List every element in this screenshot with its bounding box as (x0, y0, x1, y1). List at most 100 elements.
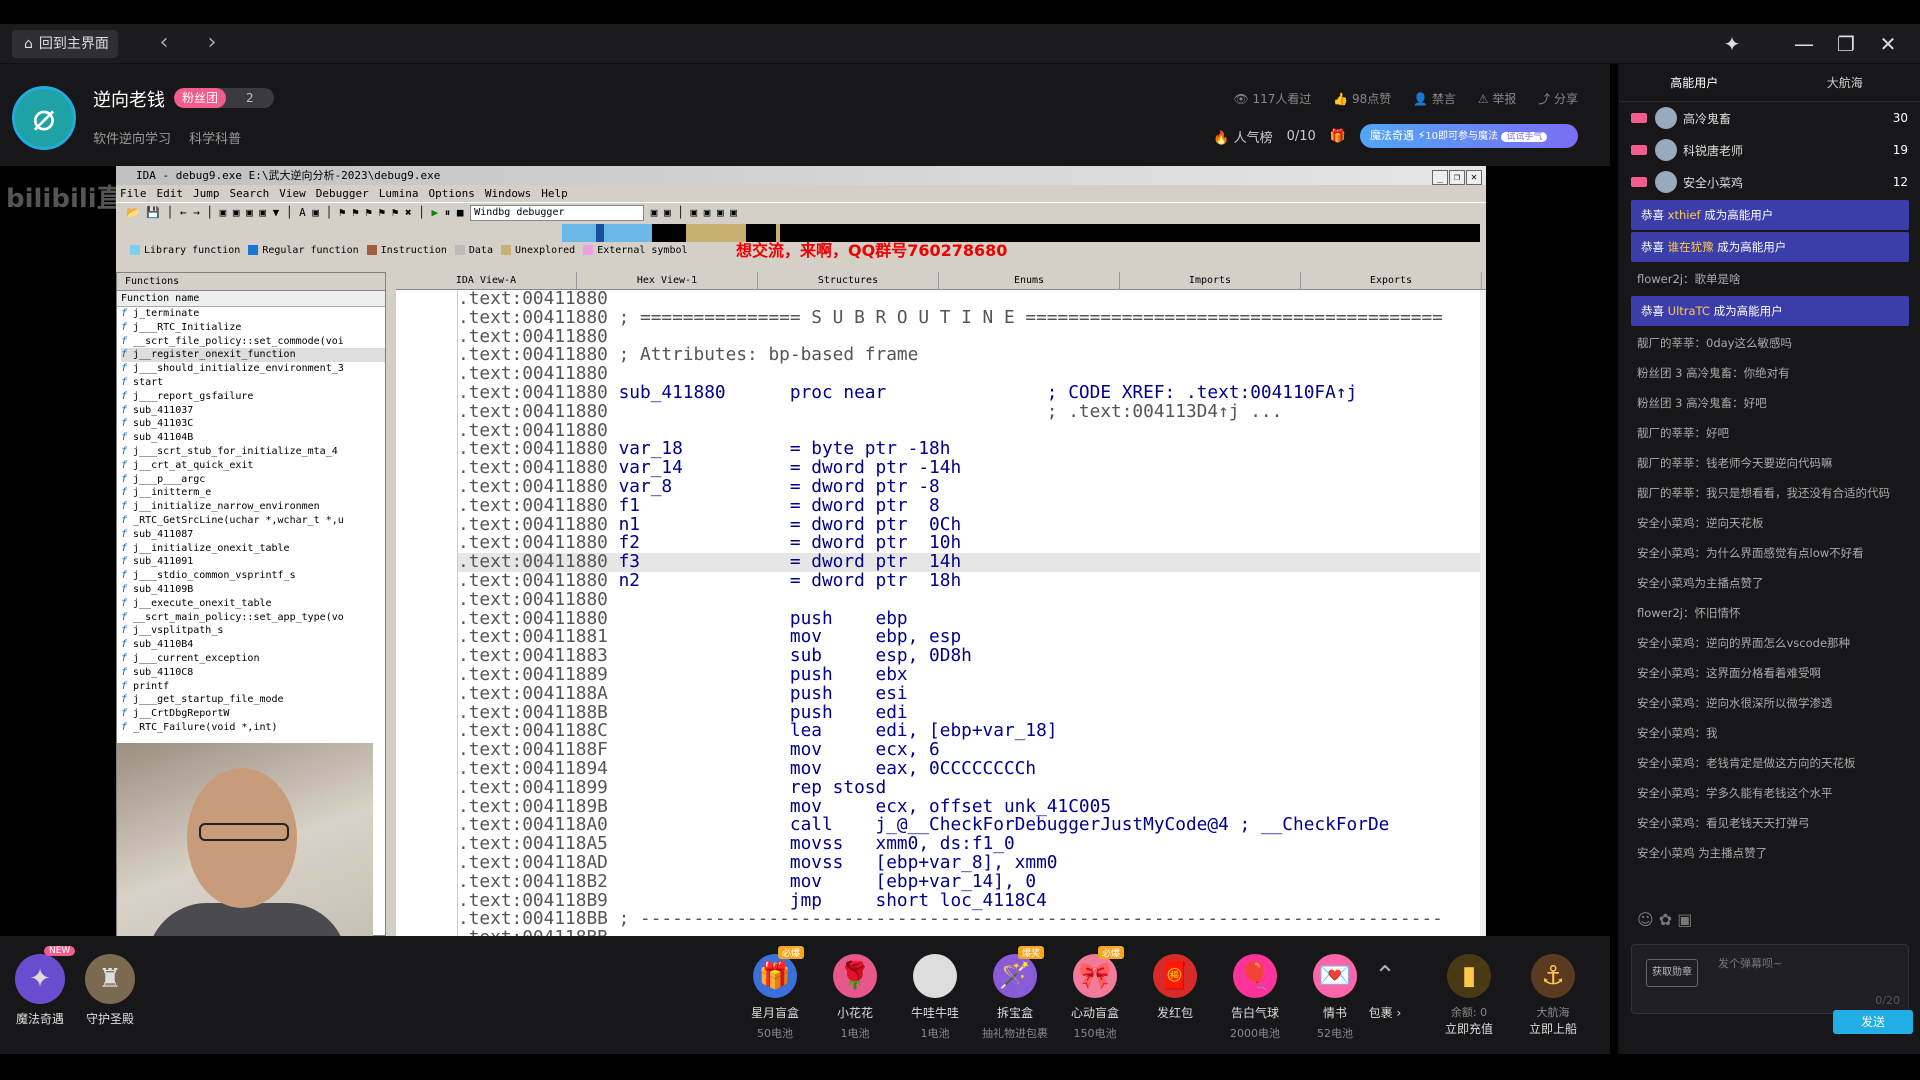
function-item[interactable]: j___current_exception (121, 652, 385, 666)
code-scrollbar[interactable] (1480, 290, 1486, 936)
send-button[interactable]: 发送 (1833, 1010, 1913, 1034)
function-item[interactable]: sub_411087 (121, 528, 385, 542)
magic-adventure-button[interactable]: ✦ NEW 魔法奇遇 (10, 946, 76, 1027)
gift-item[interactable]: 🎈 告白气球 2000电池 (1220, 954, 1290, 1041)
fan-club-badge[interactable]: 粉丝团 2 (174, 88, 274, 108)
function-item[interactable]: __scrt_main_policy::set_app_type(vo (121, 611, 385, 625)
gift-item[interactable]: 🎀 必爆 心动盲盒 150电池 (1060, 946, 1130, 1041)
menu-windows[interactable]: Windows (485, 187, 531, 200)
function-item[interactable]: __scrt_file_policy::set_commode(voi (121, 335, 385, 349)
function-item[interactable]: sub_41109B (121, 583, 385, 597)
debugger-select[interactable]: Windbg debugger (470, 205, 645, 221)
navigation-band[interactable] (126, 224, 1480, 242)
gift-item[interactable]: 🐮 牛哇牛哇 1电池 (900, 954, 970, 1041)
likes-button[interactable]: 👍 98点赞 (1333, 92, 1391, 106)
channel-tag[interactable]: 软件逆向学习 (93, 132, 171, 147)
tab-great-voyage[interactable]: 大航海 (1770, 64, 1920, 101)
function-item[interactable]: j_terminate (121, 307, 385, 321)
ida-restore-icon[interactable]: ❐ (1449, 170, 1465, 185)
rank-row[interactable]: 高冷鬼畜 30 (1619, 102, 1920, 134)
minimize-icon[interactable]: — (1786, 28, 1822, 60)
toolbar-icons[interactable]: 📂 💾 │ ← → │ ▣ ▣ ▣ ▣ ▼ │ A ▣ │ ⚑ ⚑ ⚑ ⚑ ⚑ … (126, 206, 470, 219)
menu-view[interactable]: View (279, 187, 306, 200)
voyage-button[interactable]: ⚓ 大航海 立即上船 (1518, 954, 1588, 1037)
code-line[interactable]: .text:00411880 ; Attributes: bp-based fr… (458, 345, 1480, 365)
functions-list[interactable]: j_terminatej___RTC_Initialize__scrt_file… (117, 307, 385, 735)
function-item[interactable]: j___scrt_stub_for_initialize_mta_4 (121, 445, 385, 459)
function-item[interactable]: sub_411091 (121, 555, 385, 569)
gift-item[interactable]: 🧧 发红包 (1140, 954, 1210, 1025)
menu-options[interactable]: Options (428, 187, 474, 200)
function-item[interactable]: j__crt_at_quick_exit (121, 459, 385, 473)
tab-ida-view-a[interactable]: IDA View-A (396, 272, 577, 290)
popularity-rank-button[interactable]: 🔥 人气榜 (1213, 127, 1272, 146)
function-item[interactable]: sub_411037 (121, 404, 385, 418)
function-item[interactable]: j___p___argc (121, 473, 385, 487)
menu-lumina[interactable]: Lumina (379, 187, 419, 200)
menu-search[interactable]: Search (230, 187, 270, 200)
code-line[interactable]: .text:004118BB (458, 928, 1480, 936)
rank-row[interactable]: 科锐唐老师 19 (1619, 134, 1920, 166)
disassembly-view[interactable]: .text:00411880 .text:00411880 ; =========… (458, 290, 1480, 936)
forward-arrow-icon[interactable]: › (200, 30, 224, 58)
gift-item[interactable]: 🪄 爆奖 拆宝盒 抽礼物进包裹 (980, 946, 1050, 1041)
function-item[interactable]: j__initialize_narrow_environmen (121, 500, 385, 514)
gift-icon[interactable]: ✿ (1659, 910, 1672, 929)
menu-edit[interactable]: Edit (157, 187, 184, 200)
gift-item[interactable]: 🎁 必爆 星月盲盒 50电池 (740, 946, 810, 1041)
function-item[interactable]: _RTC_GetSrcLine(uchar *,wchar_t *,u (121, 514, 385, 528)
toolbar-icons-2[interactable]: ▣ ▣ │ ▣ ▣ ▣ ▣ (651, 206, 737, 219)
code-line[interactable]: .text:00411880 n2 = dword ptr 18h (458, 571, 1480, 591)
function-item[interactable]: j___RTC_Initialize (121, 321, 385, 335)
code-line[interactable]: .text:00411880 ; .text:004113D4↑j ... (458, 402, 1480, 422)
code-line[interactable]: .text:004118BB ; -----------------------… (458, 909, 1480, 929)
report-button[interactable]: ⚠ 举报 (1478, 92, 1517, 106)
restore-icon[interactable]: ❐ (1828, 28, 1864, 60)
function-item[interactable]: j__initialize_onexit_table (121, 542, 385, 556)
menu-help[interactable]: Help (541, 187, 568, 200)
gift-box-icon[interactable]: 🎁 (1330, 129, 1346, 144)
menu-debugger[interactable]: Debugger (316, 187, 369, 200)
chat-input[interactable]: 获取勋章 发个弹幕呗~ 0/20 (1631, 944, 1909, 1014)
tab-exports[interactable]: Exports (1301, 272, 1482, 290)
package-button[interactable]: ⌃ 包裹 › (1350, 954, 1420, 1021)
gift-item[interactable]: 🌹 小花花 1电池 (820, 954, 890, 1041)
close-icon[interactable]: ✕ (1870, 28, 1906, 60)
back-arrow-icon[interactable]: ‹ (152, 30, 176, 58)
magic-event-banner[interactable]: 魔法奇遇 ⚡10即可参与魔法 试试手气 (1360, 124, 1578, 148)
ida-minimize-icon[interactable]: _ (1432, 170, 1448, 185)
function-item[interactable]: printf (121, 680, 385, 694)
share-button[interactable]: ⤴ 分享 (1538, 92, 1578, 106)
home-button[interactable]: ⌂ 回到主界面 (12, 30, 118, 58)
function-item[interactable]: j__vsplitpath_s (121, 624, 385, 638)
mute-button[interactable]: 👤 禁言 (1413, 92, 1456, 106)
channel-avatar[interactable]: ⌀ (12, 86, 76, 150)
function-item[interactable]: j__execute_onexit_table (121, 597, 385, 611)
function-item[interactable]: sub_4110C8 (121, 666, 385, 680)
function-item[interactable]: sub_41104B (121, 431, 385, 445)
tab-structures[interactable]: Structures (758, 272, 939, 290)
function-item[interactable]: sub_4110B4 (121, 638, 385, 652)
pin-icon[interactable]: ✦ (1714, 28, 1750, 60)
function-item[interactable]: j___get_startup_file_mode (121, 693, 385, 707)
channel-tag[interactable]: 科学科普 (189, 132, 241, 147)
code-line[interactable]: .text:00411880 ; =============== S U B R… (458, 308, 1480, 328)
function-item[interactable]: j__initterm_e (121, 486, 385, 500)
function-item[interactable]: j___should_initialize_environment_3 (121, 362, 385, 376)
functions-column[interactable]: Function name (117, 291, 385, 307)
tab-high-energy-users[interactable]: 高能用户 (1619, 64, 1770, 101)
image-icon[interactable]: ▣ (1677, 910, 1692, 929)
recharge-button[interactable]: ▮ 余额: 0 立即充值 (1434, 954, 1504, 1037)
emoji-icon[interactable]: ☺ (1637, 910, 1654, 929)
rank-row[interactable]: 安全小菜鸡 12 (1619, 166, 1920, 198)
tab-hex-view[interactable]: Hex View-1 (577, 272, 758, 290)
function-item[interactable]: j__CrtDbgReportW (121, 707, 385, 721)
ida-close-icon[interactable]: ✕ (1466, 170, 1482, 185)
function-item[interactable]: _RTC_Failure(void *,int) (121, 721, 385, 735)
menu-jump[interactable]: Jump (193, 187, 220, 200)
function-item[interactable]: sub_41103C (121, 417, 385, 431)
menu-file[interactable]: File (120, 187, 147, 200)
function-item[interactable]: j___stdio_common_vsprintf_s (121, 569, 385, 583)
guard-hall-button[interactable]: ♜ 守护圣殿 (80, 954, 140, 1027)
tab-imports[interactable]: Imports (1120, 272, 1301, 290)
